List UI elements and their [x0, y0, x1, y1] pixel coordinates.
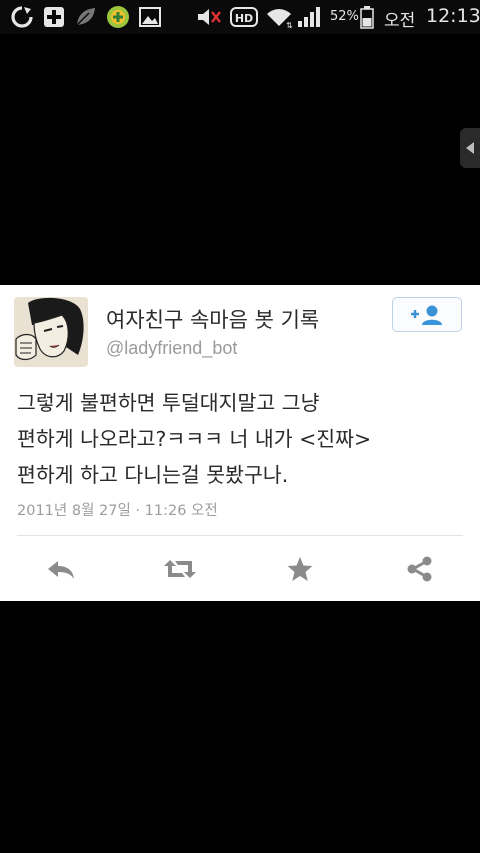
battery-percent: 52% — [330, 9, 359, 24]
ampm-label: 오전 — [384, 11, 416, 31]
avatar[interactable] — [14, 297, 88, 367]
leaf-icon — [76, 8, 95, 26]
reply-button[interactable] — [41, 551, 81, 587]
favorite-button[interactable] — [280, 551, 320, 587]
image-icon — [139, 7, 161, 27]
reply-icon — [48, 561, 74, 579]
chevron-left-icon — [466, 142, 474, 154]
wifi-icon: ⇅ — [267, 9, 293, 29]
follow-user-icon — [411, 305, 442, 325]
tweet-text: 그렇게 불편하면 투덜대지말고 그냥 편하게 나오라고?ㅋㅋㅋ 너 내가 <진짜… — [17, 385, 467, 493]
user-handle[interactable]: @ladyfriend_bot — [106, 338, 237, 359]
tweet-timestamp[interactable]: 2011년 8월 27일 · 11:26 오전 — [17, 499, 218, 520]
retweet-icon — [164, 560, 196, 578]
hd-icon: HD — [230, 7, 258, 27]
signal-icon — [298, 7, 320, 27]
app-badge-icon — [107, 6, 129, 28]
tweet-text-line: 편하게 하고 다니는걸 못봤구나. — [17, 463, 289, 487]
tweet-card: 여자친구 속마음 봇 기록 @ladyfriend_bot 그렇게 불편하면 투… — [0, 285, 480, 601]
divider — [17, 535, 463, 536]
follow-button[interactable] — [392, 297, 462, 332]
favorite-icon — [287, 557, 313, 581]
tweet-actions — [0, 551, 480, 587]
tweet-text-line: 편하게 나오라고?ㅋㅋㅋ 너 내가 <진짜> — [17, 427, 372, 451]
medical-plus-icon — [44, 7, 64, 27]
mute-icon — [198, 9, 221, 25]
sync-icon — [11, 6, 33, 28]
share-button[interactable] — [400, 551, 440, 587]
battery-icon — [360, 6, 374, 29]
share-icon — [407, 556, 432, 582]
clock-time: 12:13 — [426, 5, 480, 27]
avatar-illustration — [14, 297, 88, 367]
status-bar: HD ⇅ 52% 오전 12:13 — [0, 0, 480, 34]
svg-text:HD: HD — [235, 12, 253, 25]
tweet-text-line: 그렇게 불편하면 투덜대지말고 그냥 — [17, 391, 320, 415]
svg-text:⇅: ⇅ — [286, 21, 293, 29]
retweet-button[interactable] — [160, 551, 200, 587]
side-drawer-handle[interactable] — [460, 128, 480, 168]
display-name[interactable]: 여자친구 속마음 봇 기록 — [106, 304, 319, 334]
